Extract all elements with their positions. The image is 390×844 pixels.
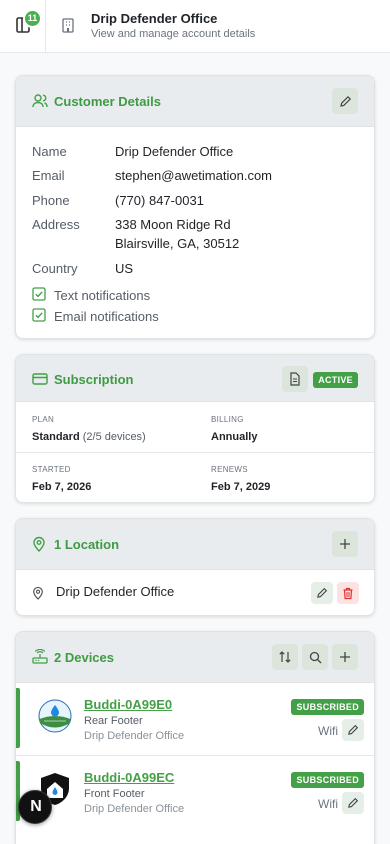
country-label: Country	[32, 261, 78, 276]
edit-location-button[interactable]	[311, 582, 333, 604]
subscription-divider	[16, 452, 374, 453]
device-name-link[interactable]: Buddi-0A99EC	[84, 770, 174, 785]
plus-icon	[340, 539, 350, 549]
sort-icon	[279, 651, 291, 663]
device-name-link[interactable]: Buddi-0A99E0	[84, 697, 172, 712]
add-location-button[interactable]	[332, 531, 358, 557]
document-icon	[290, 372, 300, 386]
subscription-title: Subscription	[54, 372, 134, 387]
users-icon	[32, 94, 48, 108]
devices-title: 2 Devices	[54, 650, 114, 665]
assistant-button[interactable]: N	[18, 790, 52, 824]
sort-devices-button[interactable]	[272, 644, 298, 670]
device-row[interactable]: Buddi-0A99E0 Rear Footer Drip Defender O…	[16, 683, 374, 755]
started-value: Feb 7, 2026	[32, 481, 92, 493]
device-connection-type: Wifi	[318, 724, 338, 738]
customer-details-title: Customer Details	[54, 94, 161, 109]
customer-details-card: Customer Details Name Drip Defender Offi…	[15, 75, 375, 339]
plan-value: Standard (2/5 devices)	[32, 431, 146, 443]
assistant-logo: N	[30, 798, 42, 815]
delete-location-button[interactable]	[337, 582, 359, 604]
email-label: Email	[32, 168, 65, 183]
country-value: US	[115, 261, 134, 276]
edit-customer-button[interactable]	[332, 88, 358, 114]
phone-label: Phone	[32, 193, 70, 208]
top-bar: 11 Drip Defender Office View and manage …	[0, 0, 390, 53]
subscription-status-badge: ACTIVE	[313, 372, 358, 388]
billing-value: Annually	[211, 431, 258, 443]
renews-label: RENEWS	[211, 465, 248, 474]
subscription-header: Subscription ACTIVE	[16, 355, 374, 402]
customer-details-header: Customer Details	[16, 76, 374, 127]
building-icon	[62, 18, 74, 33]
device-subscription-badge: SUBSCRIBED	[291, 699, 364, 715]
plan-name: Standard	[32, 431, 80, 443]
billing-label: BILLING	[211, 415, 244, 424]
subscription-card: Subscription ACTIVE PLAN Standard (2/5 d…	[15, 354, 375, 503]
address-line-1: 338 Moon Ridge Rd	[115, 217, 231, 232]
locations-header: 1 Location	[16, 519, 374, 570]
locations-title: 1 Location	[54, 537, 120, 552]
add-device-button[interactable]	[332, 644, 358, 670]
router-icon	[32, 649, 48, 664]
devices-card: 2 Devices Buddi-0A99E0 Rear Footer Drip …	[15, 631, 375, 844]
pencil-icon	[339, 95, 351, 107]
trash-icon	[343, 587, 353, 599]
device-type: Rear Footer	[84, 715, 143, 727]
device-location: Drip Defender Office	[84, 803, 185, 815]
name-label: Name	[32, 144, 67, 159]
view-invoice-button[interactable]	[282, 366, 308, 392]
address-label: Address	[32, 217, 80, 232]
device-landscape-icon	[38, 699, 72, 733]
search-devices-button[interactable]	[302, 644, 328, 670]
plan-device-count: (2/5 devices)	[82, 431, 146, 443]
notification-count-badge: 11	[23, 9, 42, 28]
locations-card: 1 Location Drip Defender Office	[15, 518, 375, 616]
search-icon	[309, 651, 321, 663]
map-pin-icon	[33, 536, 45, 552]
sidebar-toggle-button[interactable]: 11	[0, 0, 46, 53]
email-notifications-label: Email notifications	[54, 309, 159, 324]
credit-card-icon	[32, 373, 48, 385]
checked-box-icon	[32, 287, 46, 301]
name-value: Drip Defender Office	[115, 144, 234, 159]
page-subtitle: View and manage account details	[91, 28, 256, 40]
address-line-2: Blairsville, GA, 30512	[115, 236, 240, 251]
started-label: STARTED	[32, 465, 71, 474]
device-location: Drip Defender Office	[84, 730, 185, 742]
text-notifications-label: Text notifications	[54, 288, 151, 303]
devices-header: 2 Devices	[16, 632, 374, 683]
plus-icon	[340, 652, 350, 662]
pencil-icon	[348, 797, 359, 808]
page-title: Drip Defender Office	[91, 11, 218, 26]
pencil-icon	[317, 587, 328, 598]
device-row[interactable]: Buddi-0A99EC Front Footer Drip Defender …	[16, 756, 374, 828]
map-pin-icon	[33, 586, 43, 600]
checked-box-icon	[32, 308, 46, 322]
device-subscription-badge: SUBSCRIBED	[291, 772, 364, 788]
pencil-icon	[348, 724, 359, 735]
device-status-accent	[16, 688, 20, 748]
phone-value: (770) 847-0031	[115, 193, 204, 208]
edit-device-button[interactable]	[342, 792, 364, 814]
device-connection-type: Wifi	[318, 797, 338, 811]
plan-label: PLAN	[32, 415, 55, 424]
email-value: stephen@awetimation.com	[115, 168, 272, 183]
edit-device-button[interactable]	[342, 719, 364, 741]
location-name[interactable]: Drip Defender Office	[56, 584, 174, 599]
device-type: Front Footer	[84, 788, 145, 800]
renews-value: Feb 7, 2029	[211, 481, 271, 493]
